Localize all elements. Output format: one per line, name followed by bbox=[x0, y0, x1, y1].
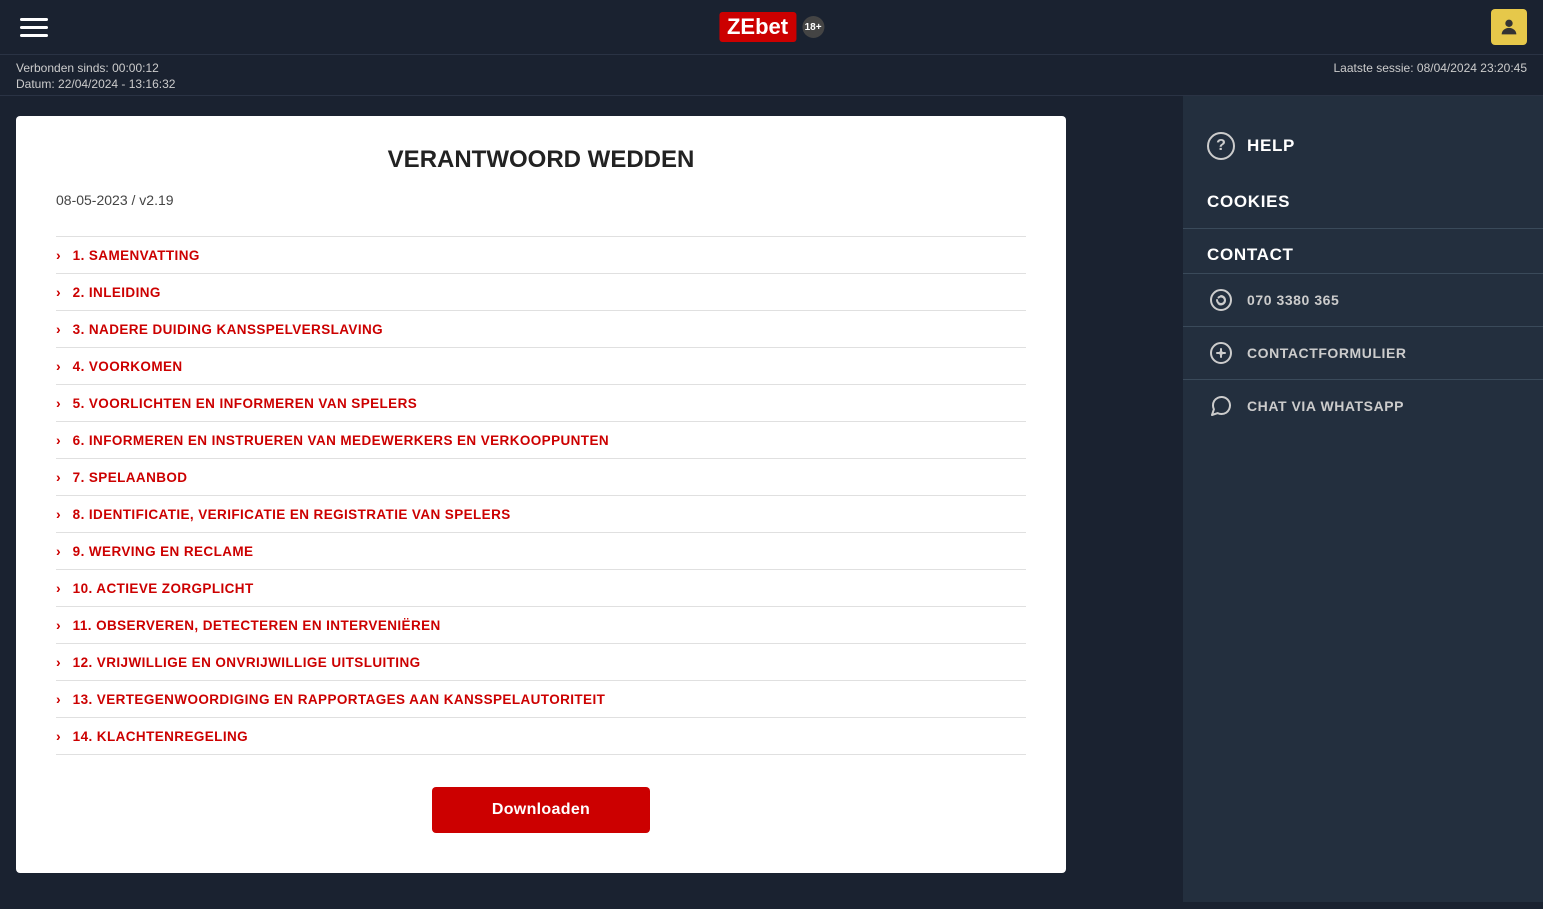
sidebar-phone-item[interactable]: 070 3380 365 bbox=[1183, 273, 1543, 326]
content-area: VERANTWOORD WEDDEN 08-05-2023 / v2.19 › … bbox=[0, 96, 1183, 902]
chevron-icon: › bbox=[56, 284, 61, 300]
toc-item[interactable]: › 10. ACTIEVE ZORGPLICHT bbox=[56, 570, 1026, 607]
status-row2: Datum: 22/04/2024 - 13:16:32 bbox=[16, 77, 1527, 91]
toc-item[interactable]: › 9. WERVING EN RECLAME bbox=[56, 533, 1026, 570]
toc-label: 3. NADERE DUIDING KANSSPELVERSLAVING bbox=[73, 322, 383, 337]
toc-label: 12. VRIJWILLIGE EN ONVRIJWILLIGE UITSLUI… bbox=[73, 655, 421, 670]
toc-item[interactable]: › 4. VOORKOMEN bbox=[56, 348, 1026, 385]
toc-label: 13. VERTEGENWOORDIGING EN RAPPORTAGES AA… bbox=[73, 692, 606, 707]
logo-bet: bet bbox=[755, 14, 788, 39]
toc-label: 7. SPELAANBOD bbox=[73, 470, 188, 485]
user-icon bbox=[1498, 16, 1520, 38]
toc-item[interactable]: › 5. VOORLICHTEN EN INFORMEREN VAN SPELE… bbox=[56, 385, 1026, 422]
sidebar-help-item[interactable]: ? HELP bbox=[1183, 116, 1543, 176]
help-icon: ? bbox=[1207, 132, 1235, 160]
sidebar-contact-header: CONTACT bbox=[1183, 229, 1543, 273]
last-session: Laatste sessie: 08/04/2024 23:20:45 bbox=[1334, 61, 1528, 75]
sidebar-cookies-item[interactable]: COOKIES bbox=[1183, 176, 1543, 229]
toc-label: 14. KLACHTENREGELING bbox=[73, 729, 248, 744]
chevron-icon: › bbox=[56, 247, 61, 263]
chevron-icon: › bbox=[56, 432, 61, 448]
chevron-icon: › bbox=[56, 580, 61, 596]
date-value: 22/04/2024 - 13:16:32 bbox=[58, 77, 175, 91]
chevron-icon: › bbox=[56, 691, 61, 707]
download-button-container: Downloaden bbox=[56, 787, 1026, 833]
sidebar-whatsapp-item[interactable]: CHAT VIA WHATSAPP bbox=[1183, 379, 1543, 432]
logo-ze: ZE bbox=[727, 14, 755, 39]
toc-item[interactable]: › 11. OBSERVEREN, DETECTEREN EN INTERVEN… bbox=[56, 607, 1026, 644]
chevron-icon: › bbox=[56, 654, 61, 670]
age-badge: 18+ bbox=[802, 16, 824, 38]
toc-label: 9. WERVING EN RECLAME bbox=[73, 544, 254, 559]
chevron-icon: › bbox=[56, 617, 61, 633]
main-layout: VERANTWOORD WEDDEN 08-05-2023 / v2.19 › … bbox=[0, 96, 1543, 902]
toc-item[interactable]: › 6. INFORMEREN EN INSTRUEREN VAN MEDEWE… bbox=[56, 422, 1026, 459]
chevron-icon: › bbox=[56, 469, 61, 485]
date-label: Datum: bbox=[16, 77, 55, 91]
toc-item[interactable]: › 13. VERTEGENWOORDIGING EN RAPPORTAGES … bbox=[56, 681, 1026, 718]
toc-item[interactable]: › 8. IDENTIFICATIE, VERIFICATIE EN REGIS… bbox=[56, 496, 1026, 533]
toc-label: 10. ACTIEVE ZORGPLICHT bbox=[73, 581, 254, 596]
status-row1: Verbonden sinds: 00:00:12 Laatste sessie… bbox=[16, 61, 1527, 75]
toc-item[interactable]: › 14. KLACHTENREGELING bbox=[56, 718, 1026, 755]
toc-label: 11. OBSERVEREN, DETECTEREN EN INTERVENIË… bbox=[73, 618, 441, 633]
chevron-icon: › bbox=[56, 358, 61, 374]
user-account-button[interactable] bbox=[1491, 9, 1527, 45]
chevron-icon: › bbox=[56, 543, 61, 559]
toc-label: 2. INLEIDING bbox=[73, 285, 161, 300]
logo[interactable]: ZEbet 18+ bbox=[719, 12, 824, 42]
connected-label: Verbonden sinds: bbox=[16, 61, 109, 75]
toc-item[interactable]: › 7. SPELAANBOD bbox=[56, 459, 1026, 496]
toc-label: 5. VOORLICHTEN EN INFORMEREN VAN SPELERS bbox=[73, 396, 418, 411]
header-left bbox=[16, 14, 52, 41]
document-title: VERANTWOORD WEDDEN bbox=[56, 146, 1026, 174]
chevron-icon: › bbox=[56, 728, 61, 744]
download-button[interactable]: Downloaden bbox=[432, 787, 650, 833]
contactform-icon bbox=[1207, 339, 1235, 367]
header-right bbox=[1491, 9, 1527, 45]
document-version: 08-05-2023 / v2.19 bbox=[56, 192, 1026, 208]
sidebar-contactform-item[interactable]: CONTACTFORMULIER bbox=[1183, 326, 1543, 379]
status-bar: Verbonden sinds: 00:00:12 Laatste sessie… bbox=[0, 55, 1543, 96]
contactform-label: CONTACTFORMULIER bbox=[1247, 345, 1407, 361]
toc-item[interactable]: › 3. NADERE DUIDING KANSSPELVERSLAVING bbox=[56, 311, 1026, 348]
toc-list: › 1. SAMENVATTING › 2. INLEIDING › 3. NA… bbox=[56, 236, 1026, 755]
phone-icon bbox=[1207, 286, 1235, 314]
chevron-icon: › bbox=[56, 506, 61, 522]
chevron-icon: › bbox=[56, 321, 61, 337]
toc-label: 6. INFORMEREN EN INSTRUEREN VAN MEDEWERK… bbox=[73, 433, 609, 448]
connected-time: 00:00:12 bbox=[112, 61, 159, 75]
whatsapp-label: CHAT VIA WHATSAPP bbox=[1247, 398, 1404, 414]
logo-box: ZEbet bbox=[719, 12, 796, 42]
chevron-icon: › bbox=[56, 395, 61, 411]
toc-item[interactable]: › 2. INLEIDING bbox=[56, 274, 1026, 311]
sidebar: ? HELP COOKIES CONTACT 070 3380 365 bbox=[1183, 96, 1543, 902]
whatsapp-icon bbox=[1207, 392, 1235, 420]
help-label: HELP bbox=[1247, 136, 1295, 156]
toc-label: 1. SAMENVATTING bbox=[73, 248, 200, 263]
toc-label: 8. IDENTIFICATIE, VERIFICATIE EN REGISTR… bbox=[73, 507, 511, 522]
hamburger-menu[interactable] bbox=[16, 14, 52, 41]
toc-item[interactable]: › 1. SAMENVATTING bbox=[56, 236, 1026, 274]
toc-label: 4. VOORKOMEN bbox=[73, 359, 183, 374]
header: ZEbet 18+ bbox=[0, 0, 1543, 55]
phone-number: 070 3380 365 bbox=[1247, 292, 1339, 308]
toc-item[interactable]: › 12. VRIJWILLIGE EN ONVRIJWILLIGE UITSL… bbox=[56, 644, 1026, 681]
document-card: VERANTWOORD WEDDEN 08-05-2023 / v2.19 › … bbox=[16, 116, 1066, 873]
